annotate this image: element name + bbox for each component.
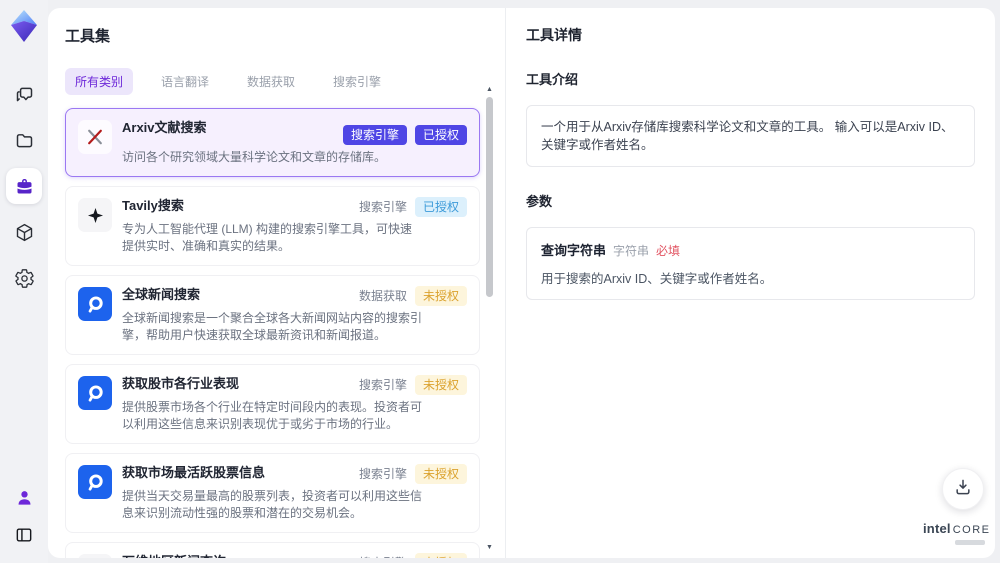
tool-tags: 搜索引擎 已授权 xyxy=(325,119,467,145)
tool-list: Arxiv文献搜索 搜索引擎 已授权 访问各个研究领域大量科学论文和文章的存储库… xyxy=(65,108,480,558)
list-scrollbar[interactable]: ▲ ▼ xyxy=(485,85,494,552)
tab-data-fetch[interactable]: 数据获取 xyxy=(237,68,305,95)
blue-magnifier-icon xyxy=(78,287,112,321)
category-tabs: 所有类别 语言翻译 数据获取 搜索引擎 xyxy=(65,68,505,95)
download-icon xyxy=(953,477,973,502)
tool-description: 专为人工智能代理 (LLM) 构建的搜索引擎工具，可快速提供实时、准确和真实的结… xyxy=(122,222,413,253)
tool-description: 提供当天交易量最高的股票列表，投资者可以利用这些信息来识别流动性强的股票和潜在的… xyxy=(122,489,423,520)
nav-packages-button[interactable] xyxy=(6,214,42,250)
tool-tags: 搜索引擎 已授权 xyxy=(341,197,467,217)
blue-magnifier-icon xyxy=(78,376,112,410)
params-heading: 参数 xyxy=(526,194,553,209)
tool-tags: 搜索引擎 未授权 xyxy=(341,464,467,484)
param-name: 查询字符串 xyxy=(541,243,607,258)
auth-status-badge: 未授权 xyxy=(414,464,467,484)
tool-name: 获取市场最活跃股票信息 xyxy=(122,465,266,480)
param-required-badge: 必填 xyxy=(656,244,681,258)
tool-name: 万维地区新闻查询 xyxy=(122,553,226,558)
category-tag: 搜索引擎 xyxy=(358,378,407,392)
auth-status-badge: 未授权 xyxy=(414,375,467,395)
category-tag: 数据获取 xyxy=(358,289,407,303)
user-avatar-icon xyxy=(15,488,34,507)
auth-status-badge: 已授权 xyxy=(414,125,467,145)
tool-description: 访问各个研究领域大量科学论文和文章的存储库。 xyxy=(122,150,387,164)
brand-secondary: CORE xyxy=(952,524,991,536)
tool-tags: 搜索引擎 未授权 xyxy=(341,375,467,395)
newspaper-icon xyxy=(78,554,112,558)
auth-status-badge: 已授权 xyxy=(414,197,467,217)
param-box: 查询字符串 字符串 必填 用于搜索的Arxiv ID、关键字或作者姓名。 xyxy=(526,227,975,300)
chat-icon xyxy=(14,84,35,105)
param-header: 查询字符串 字符串 必填 xyxy=(541,240,960,259)
category-tag: 搜索引擎 xyxy=(359,553,407,558)
auth-status-badge: 未授权 xyxy=(414,553,467,558)
nav-settings-button[interactable] xyxy=(6,260,42,296)
left-rail xyxy=(0,0,48,563)
download-button[interactable] xyxy=(942,468,984,510)
nav-files-button[interactable] xyxy=(6,122,42,158)
gear-icon xyxy=(14,268,35,289)
brand-underline xyxy=(955,540,985,545)
tool-name: Arxiv文献搜索 xyxy=(122,120,207,135)
tool-description: 提供股票市场各个行业在特定时间段内的表现。投资者可以利用这些信息来识别表现优于或… xyxy=(122,400,423,431)
intro-box: 一个用于从Arxiv存储库搜索科学论文和文章的工具。 输入可以是Arxiv ID… xyxy=(526,105,975,167)
tab-all-categories[interactable]: 所有类别 xyxy=(65,68,134,95)
tab-search-engine[interactable]: 搜索引擎 xyxy=(323,68,391,95)
toolbox-icon xyxy=(14,176,35,197)
cube-icon xyxy=(14,222,35,243)
collapse-sidebar-button[interactable] xyxy=(6,517,42,553)
app-logo xyxy=(7,8,41,44)
tool-card[interactable]: Arxiv文献搜索 搜索引擎 已授权 访问各个研究领域大量科学论文和文章的存储库… xyxy=(65,108,480,177)
intel-core-logo: intel CORE xyxy=(923,520,989,545)
tool-card[interactable]: 万维地区新闻查询 搜索引擎 未授权 查询具体行政区划内的新闻，快速了解各地新闻动 xyxy=(65,542,480,558)
intro-heading: 工具介绍 xyxy=(526,72,579,87)
tavily-icon xyxy=(78,198,112,232)
tool-card[interactable]: 获取市场最活跃股票信息 搜索引擎 未授权 提供当天交易量最高的股票列表，投资者可… xyxy=(65,453,480,533)
tool-name: 获取股市各行业表现 xyxy=(122,376,240,391)
user-profile-button[interactable] xyxy=(6,479,42,515)
scrollbar-thumb[interactable] xyxy=(486,97,493,297)
tool-detail-pane: 工具详情 工具介绍 一个用于从Arxiv存储库搜索科学论文和文章的工具。 输入可… xyxy=(505,8,995,558)
tool-card[interactable]: 全球新闻搜索 数据获取 未授权 全球新闻搜索是一个聚合全球各大新闻网站内容的搜索… xyxy=(65,275,480,355)
detail-title: 工具详情 xyxy=(526,27,582,43)
tool-name: Tavily搜索 xyxy=(122,198,184,213)
auth-status-badge: 未授权 xyxy=(414,286,467,306)
page-title: 工具集 xyxy=(65,28,111,45)
tool-list-pane: 工具集 所有类别 语言翻译 数据获取 搜索引擎 Arxiv文献搜索 搜索引擎 已… xyxy=(48,8,505,558)
intro-text: 一个用于从Arxiv存储库搜索科学论文和文章的工具。 输入可以是Arxiv ID… xyxy=(541,120,954,152)
tool-card[interactable]: 获取股市各行业表现 搜索引擎 未授权 提供股票市场各个行业在特定时间段内的表现。… xyxy=(65,364,480,444)
folder-icon xyxy=(14,130,35,151)
tool-description: 全球新闻搜索是一个聚合全球各大新闻网站内容的搜索引擎，帮助用户快速获取全球最新资… xyxy=(122,311,423,342)
arxiv-icon xyxy=(78,120,112,154)
scroll-up-icon[interactable]: ▲ xyxy=(485,85,494,94)
category-tag: 搜索引擎 xyxy=(358,467,407,481)
category-tag: 搜索引擎 xyxy=(358,200,407,214)
blue-magnifier-icon xyxy=(78,465,112,499)
brand-primary: intel xyxy=(923,521,951,536)
tool-name: 全球新闻搜索 xyxy=(122,287,201,302)
nav-chat-button[interactable] xyxy=(6,76,42,112)
tool-tags: 数据获取 未授权 xyxy=(341,286,467,306)
nav-tools-button[interactable] xyxy=(6,168,42,204)
panel-toggle-icon xyxy=(14,525,34,545)
tab-language-translation[interactable]: 语言翻译 xyxy=(151,68,219,95)
param-type: 字符串 xyxy=(613,244,650,258)
scroll-down-icon[interactable]: ▼ xyxy=(485,543,494,552)
tool-tags: 搜索引擎 未授权 xyxy=(341,553,467,558)
main-panel: 工具集 所有类别 语言翻译 数据获取 搜索引擎 Arxiv文献搜索 搜索引擎 已… xyxy=(48,8,995,558)
param-description: 用于搜索的Arxiv ID、关键字或作者姓名。 xyxy=(541,272,773,286)
category-tag: 搜索引擎 xyxy=(342,125,407,145)
tool-card[interactable]: Tavily搜索 搜索引擎 已授权 专为人工智能代理 (LLM) 构建的搜索引擎… xyxy=(65,186,480,266)
